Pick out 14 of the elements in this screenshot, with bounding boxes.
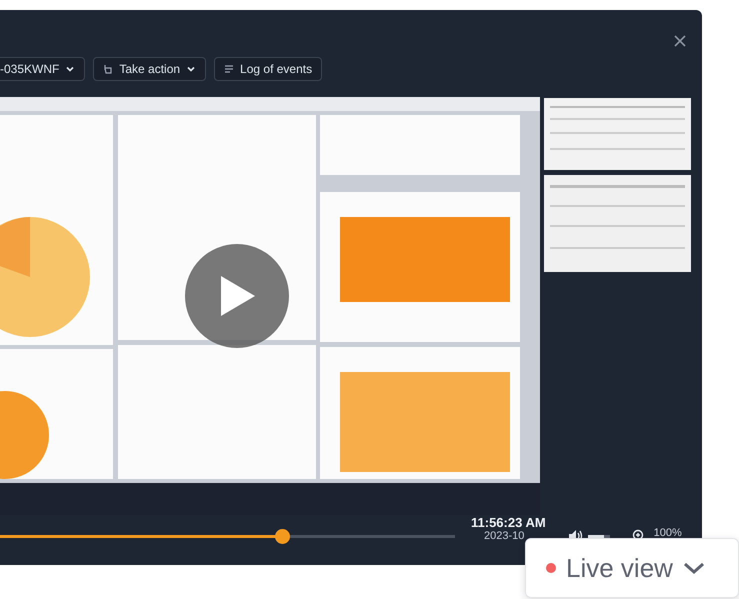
live-dot xyxy=(546,563,556,573)
date: 2023-10 xyxy=(483,530,524,542)
zoom-level[interactable]: 100% xyxy=(654,527,682,539)
toolbar-button[interactable]: -035KWNF xyxy=(0,57,86,81)
volume-slider[interactable] xyxy=(588,534,610,538)
list-icon xyxy=(224,64,234,74)
current-time: 11:56:23 AM xyxy=(471,514,546,530)
chevron-down-icon xyxy=(186,64,196,74)
chevron-down-icon xyxy=(65,64,76,74)
toolbar-button[interactable]: Take action xyxy=(93,57,206,81)
toolbar-button[interactable]: Log of events xyxy=(214,57,322,81)
chevron-down-icon xyxy=(682,561,705,575)
live-view-dropdown[interactable]: Live view xyxy=(525,538,739,598)
close-icon[interactable] xyxy=(674,35,686,47)
